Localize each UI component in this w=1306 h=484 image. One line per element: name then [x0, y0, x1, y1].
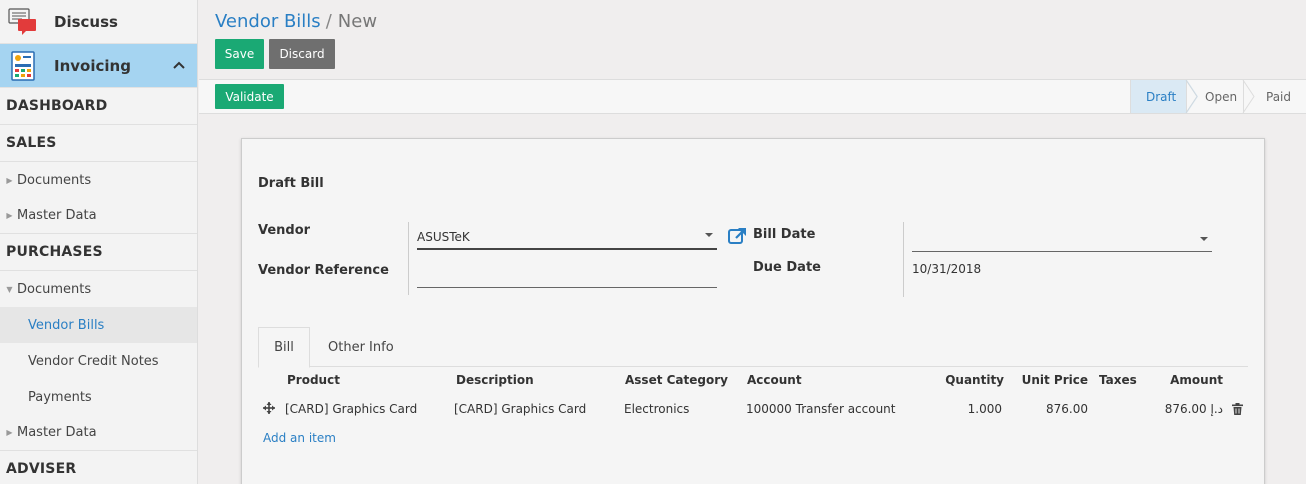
column-header-taxes[interactable]: Taxes	[1099, 373, 1137, 387]
menu-dashboard[interactable]: DASHBOARD	[0, 88, 197, 125]
menu-section-purchases[interactable]: PURCHASES	[0, 234, 197, 271]
app-invoicing[interactable]: Invoicing	[0, 44, 197, 88]
line-description[interactable]: [CARD] Graphics Card	[454, 402, 586, 416]
trash-icon[interactable]	[1232, 403, 1243, 419]
tab-other-info[interactable]: Other Info	[328, 327, 394, 367]
column-header-asset-category[interactable]: Asset Category	[625, 373, 728, 387]
column-header-unit-price[interactable]: Unit Price	[1012, 373, 1088, 387]
menu-vendor-credit-notes[interactable]: Vendor Credit Notes	[0, 343, 197, 379]
menu-label: Documents	[17, 281, 92, 297]
menu-label: Documents	[17, 172, 92, 188]
vendor-field[interactable]: ASUSTeK	[417, 223, 717, 250]
vendor-reference-label: Vendor Reference	[258, 263, 389, 278]
menu-payments[interactable]: Payments	[0, 379, 197, 415]
discuss-icon	[8, 7, 38, 37]
line-product[interactable]: [CARD] Graphics Card	[285, 402, 417, 416]
menu-purchases-documents[interactable]: ▼ Documents	[0, 271, 197, 307]
line-quantity[interactable]: 1.000	[932, 402, 1002, 416]
drag-handle-icon[interactable]	[263, 402, 275, 418]
column-header-quantity[interactable]: Quantity	[932, 373, 1004, 387]
column-header-product[interactable]: Product	[287, 373, 340, 387]
due-date-label: Due Date	[753, 260, 821, 275]
bill-date-field[interactable]	[912, 226, 1212, 252]
form-title: Draft Bill	[258, 176, 324, 191]
chevron-down-icon[interactable]	[705, 233, 713, 237]
vendor-value: ASUSTeK	[417, 230, 470, 244]
menu-sales-master-data[interactable]: ▶ Master Data	[0, 198, 197, 234]
menu-purchases-master-data[interactable]: ▶ Master Data	[0, 415, 197, 451]
menu-label: Master Data	[17, 425, 97, 440]
control-panel: Vendor Bills / New Save Discard	[199, 0, 1306, 80]
chevron-down-icon[interactable]	[1200, 237, 1208, 241]
caret-down-icon: ▼	[6, 284, 13, 294]
bill-date-label: Bill Date	[753, 227, 816, 242]
breadcrumb-parent[interactable]: Vendor Bills	[215, 11, 321, 32]
line-account[interactable]: 100000 Transfer account	[746, 402, 896, 416]
due-date-value: 10/31/2018	[912, 262, 982, 276]
caret-right-icon: ▶	[6, 175, 13, 185]
line-asset-category[interactable]: Electronics	[624, 402, 689, 416]
chevron-up-icon[interactable]	[167, 58, 191, 73]
app-discuss[interactable]: Discuss	[0, 0, 197, 44]
breadcrumb: Vendor Bills / New	[215, 11, 377, 32]
vendor-label: Vendor	[258, 223, 311, 238]
divider	[408, 222, 409, 295]
menu-section-adviser[interactable]: ADVISER	[0, 451, 197, 484]
app-label-discuss: Discuss	[54, 12, 118, 31]
save-button[interactable]: Save	[215, 39, 264, 69]
sidebar: Discuss Invoicing DASHBOARD SALES ▶ Docu	[0, 0, 198, 484]
menu-label: Master Data	[17, 208, 97, 223]
divider	[903, 222, 904, 297]
column-header-account[interactable]: Account	[747, 373, 802, 387]
form-sheet: Draft Bill Vendor Vendor Reference ASUST…	[241, 138, 1265, 484]
menu-section-sales[interactable]: SALES	[0, 125, 197, 162]
caret-right-icon: ▶	[6, 428, 13, 437]
line-amount: 876.00 د.إ	[1164, 402, 1223, 416]
breadcrumb-separator: /	[325, 11, 332, 32]
validate-button[interactable]: Validate	[215, 84, 284, 109]
column-header-description[interactable]: Description	[456, 373, 534, 387]
external-link-icon[interactable]	[728, 227, 747, 249]
discard-button[interactable]: Discard	[269, 39, 335, 69]
invoicing-icon	[8, 50, 38, 81]
menu-vendor-bills[interactable]: Vendor Bills	[0, 307, 197, 343]
notebook-tabs: Bill Other Info	[258, 327, 1248, 368]
vendor-reference-field[interactable]	[417, 261, 717, 288]
column-header-amount[interactable]: Amount	[1142, 373, 1223, 387]
stage-arrows	[1185, 80, 1255, 114]
caret-right-icon: ▶	[6, 211, 13, 220]
app-label-invoicing: Invoicing	[54, 56, 131, 75]
tab-bill[interactable]: Bill	[258, 327, 310, 368]
add-item-link[interactable]: Add an item	[263, 431, 336, 445]
line-unit-price[interactable]: 876.00	[1012, 402, 1088, 416]
menu-sales-documents[interactable]: ▶ Documents	[0, 162, 197, 198]
breadcrumb-current: New	[337, 11, 378, 32]
